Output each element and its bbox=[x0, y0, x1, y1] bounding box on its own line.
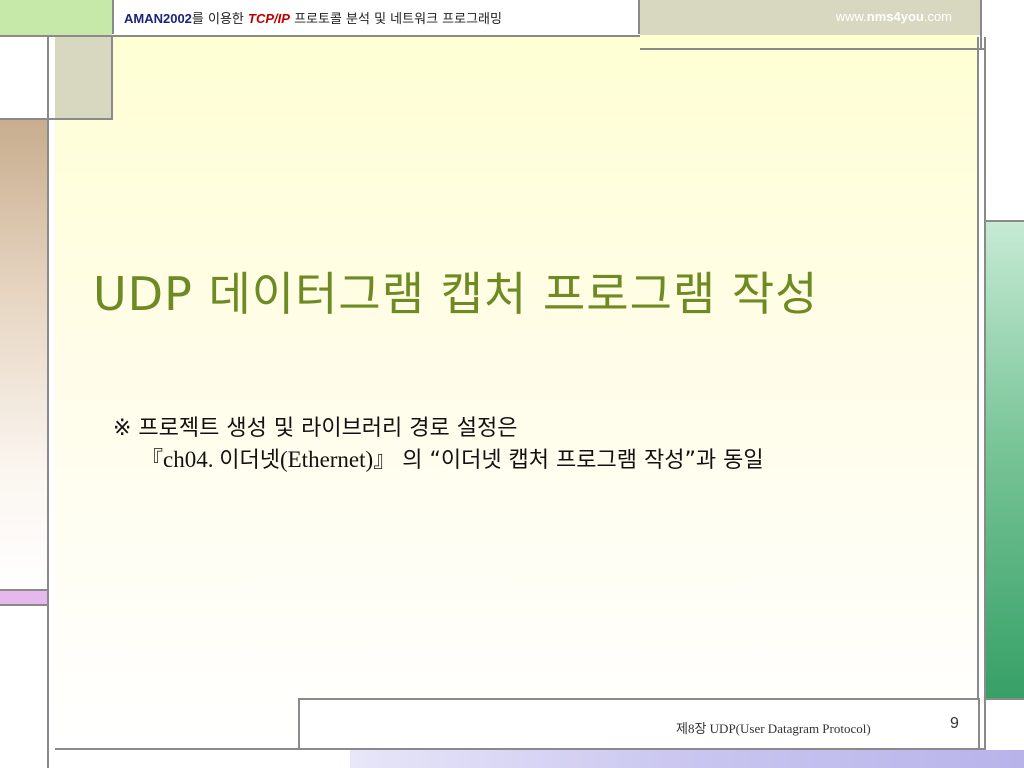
header-accent-block bbox=[0, 0, 112, 35]
body-line-1: ※ 프로젝트 생성 및 라이브러리 경로 설정은 bbox=[113, 416, 518, 441]
body-line-2: 『ch04. 이더넷(Ethernet)』 의 “이더넷 캡처 프로그램 작성”… bbox=[141, 442, 764, 474]
body-ethernet-ko: 이더넷 bbox=[219, 448, 280, 473]
header-title: AMAN2002를 이용한 TCP/IP 프로토콜 분석 및 네트워크 프로그래… bbox=[124, 8, 502, 27]
page-number: 9 bbox=[950, 715, 959, 732]
header-divider bbox=[0, 35, 640, 37]
right-column-green bbox=[986, 222, 1024, 698]
header-right-block bbox=[982, 0, 1024, 35]
left-vertical-divider bbox=[47, 37, 49, 768]
body-ethernet-en: (Ethernet) bbox=[279, 447, 374, 472]
left-column-pink-strip bbox=[0, 591, 47, 605]
site-suffix: .com bbox=[923, 9, 952, 24]
slide-title: UDP 데이터그램 캡처 프로그램 작성 bbox=[93, 267, 819, 321]
left-pink-divider-top bbox=[0, 589, 47, 591]
footer-color-strip bbox=[350, 750, 1024, 768]
left-horizontal-divider bbox=[0, 118, 112, 120]
right-green-divider-bottom bbox=[984, 698, 1024, 700]
slide-background bbox=[55, 35, 977, 745]
body-rest: 의 “이더넷 캡처 프로그램 작성”과 동일 bbox=[395, 448, 764, 473]
right-green-divider-top bbox=[984, 220, 1024, 222]
header-site-block: www.nms4you.com bbox=[640, 0, 980, 35]
site-prefix: www. bbox=[835, 9, 867, 24]
left-column-top bbox=[0, 37, 47, 117]
right-column-top bbox=[986, 37, 1024, 220]
left-pink-divider-bottom bbox=[0, 604, 47, 606]
right-vertical-divider bbox=[977, 37, 979, 749]
left-column-gradient bbox=[0, 120, 47, 590]
header-tcpip: TCP/IP bbox=[248, 11, 290, 26]
header-text-a: 를 이용한 bbox=[191, 12, 249, 27]
left-column-bottom bbox=[0, 606, 47, 768]
header-bar: AMAN2002를 이용한 TCP/IP 프로토콜 분석 및 네트워크 프로그래… bbox=[112, 0, 640, 34]
header-divider-right bbox=[640, 48, 984, 50]
header-brand: AMAN2002 bbox=[124, 11, 192, 26]
left-box-divider bbox=[111, 37, 113, 120]
footer-box: 제8장 UDP(User Datagram Protocol) 9 bbox=[298, 698, 980, 748]
footer-chapter: 제8장 UDP(User Datagram Protocol) bbox=[676, 721, 871, 736]
header-vertical-divider bbox=[980, 0, 982, 50]
body-chapter-ref: ch04. bbox=[163, 447, 220, 472]
site-domain: nms4you bbox=[866, 9, 924, 24]
body-open-bracket: 『 bbox=[141, 448, 164, 473]
body-close-bracket: 』 bbox=[373, 448, 396, 473]
right-column-divider bbox=[984, 37, 986, 768]
left-accent-box bbox=[55, 37, 111, 120]
site-url: www.nms4you.com bbox=[836, 9, 952, 24]
header-text-b: 프로토콜 분석 및 네트워크 프로그래밍 bbox=[289, 12, 502, 27]
footer-left-block bbox=[55, 750, 348, 768]
